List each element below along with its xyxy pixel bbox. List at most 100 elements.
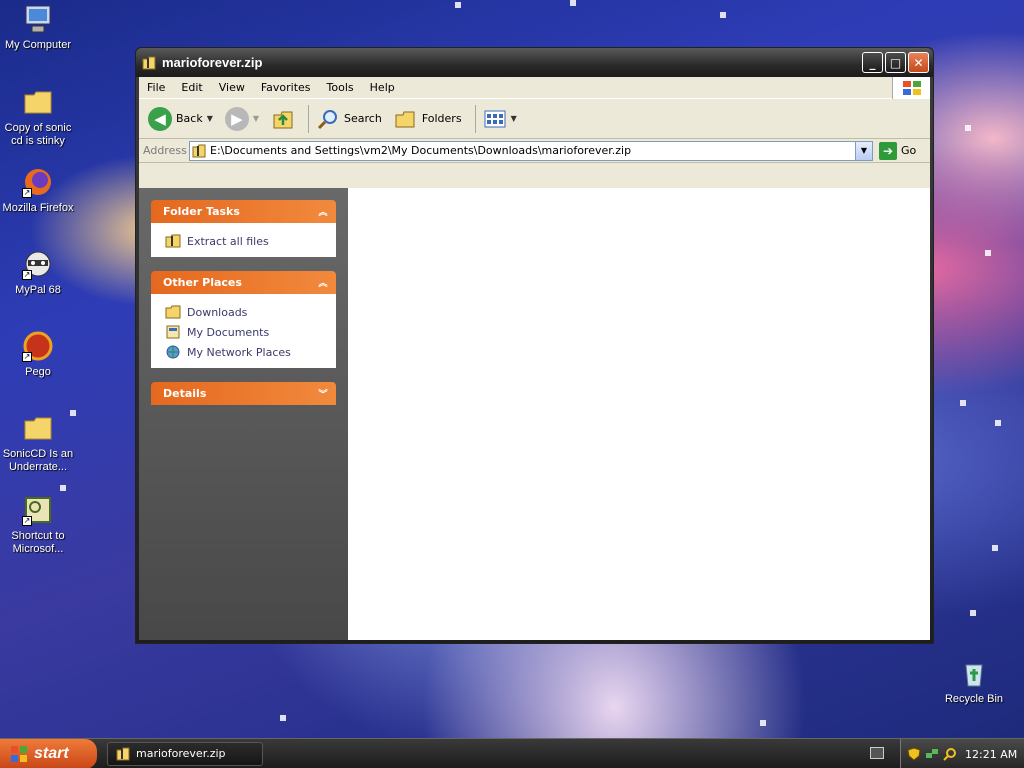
chevron-down-icon[interactable]: ▼ <box>207 114 213 123</box>
close-button[interactable]: ✕ <box>908 52 929 73</box>
desktop-icon-mypal[interactable]: ↗ MyPal 68 <box>0 248 76 297</box>
go-arrow-icon: ➔ <box>879 141 897 160</box>
zip-folder-icon <box>192 144 206 157</box>
menu-file[interactable]: File <box>139 81 173 94</box>
desktop-icon-label: Pego <box>25 366 51 378</box>
panel-details: Details ︾ <box>151 382 336 405</box>
taskbar-item-marioforever[interactable]: marioforever.zip <box>107 741 263 766</box>
search-label: Search <box>344 112 382 125</box>
recycle-bin-icon <box>958 657 990 689</box>
windows-logo-icon <box>892 77 930 99</box>
folder-icon <box>165 305 181 319</box>
raccoon-icon: ↗ <box>22 248 54 280</box>
menu-favorites[interactable]: Favorites <box>253 81 319 94</box>
panel-header[interactable]: Other Places ︽ <box>151 271 336 294</box>
link-label: Downloads <box>187 305 248 319</box>
link-extract-all[interactable]: Extract all files <box>165 231 324 251</box>
desktop-icon-recycle-bin[interactable]: Recycle Bin <box>936 657 1012 706</box>
folders-icon <box>395 111 415 127</box>
folders-label: Folders <box>421 112 462 125</box>
search-button[interactable]: Search <box>313 103 385 135</box>
shortcut-arrow-icon: ↗ <box>22 188 32 198</box>
task-pane: Folder Tasks ︽ Extract all files Other P… <box>139 188 348 640</box>
pego-icon: ↗ <box>22 330 54 362</box>
desktop-icon-copy-sonic[interactable]: Copy of sonic cd is stinky <box>0 86 76 148</box>
panel-other-places: Other Places ︽ Downloads My Documents My… <box>151 271 336 368</box>
panel-title: Other Places <box>163 276 242 289</box>
address-field[interactable]: E:\Documents and Settings\vm2\My Documen… <box>189 140 873 161</box>
start-button[interactable]: start <box>0 738 97 768</box>
window-title: marioforever.zip <box>162 55 263 70</box>
panel-title: Details <box>163 387 207 400</box>
desktop-icon-firefox[interactable]: ↗ Mozilla Firefox <box>0 166 76 215</box>
chevron-down-icon[interactable]: ▼ <box>511 114 517 123</box>
zip-folder-icon <box>142 56 156 69</box>
link-label: My Network Places <box>187 345 291 359</box>
collapse-up-icon[interactable]: ︽ <box>316 276 330 290</box>
windows-flag-icon <box>11 745 27 762</box>
link-my-network-places[interactable]: My Network Places <box>165 342 324 362</box>
keyboard-icon[interactable] <box>870 747 884 759</box>
desktop-icon-my-computer[interactable]: My Computer <box>0 3 76 52</box>
panel-header[interactable]: Details ︾ <box>151 382 336 405</box>
application-icon: ↗ <box>22 494 54 526</box>
collapse-up-icon[interactable]: ︽ <box>316 205 330 219</box>
address-label: Address <box>143 144 187 157</box>
firefox-icon: ↗ <box>22 166 54 198</box>
maximize-button[interactable]: □ <box>885 52 906 73</box>
back-arrow-icon: ◀ <box>148 106 172 131</box>
address-bar: Address E:\Documents and Settings\vm2\My… <box>139 139 930 163</box>
go-button[interactable]: ➔ Go <box>879 141 917 160</box>
desktop-icon-pego[interactable]: ↗ Pego <box>0 330 76 379</box>
forward-button[interactable]: ▶ ▼ <box>222 103 262 135</box>
desktop-icon-label: My Computer <box>4 39 72 51</box>
back-button[interactable]: ◀ Back ▼ <box>145 103 216 135</box>
folder-icon <box>22 412 54 444</box>
security-shield-icon[interactable] <box>907 747 921 761</box>
chevron-down-icon[interactable]: ▼ <box>253 114 259 123</box>
clock[interactable]: 12:21 AM <box>965 748 1017 761</box>
taskbar: start marioforever.zip 12:21 AM <box>0 738 1024 768</box>
documents-icon <box>166 325 180 339</box>
shortcut-arrow-icon: ↗ <box>22 516 32 526</box>
file-list-area[interactable] <box>348 188 930 640</box>
computer-icon <box>22 3 54 35</box>
desktop-icon-shortcut-microsoft[interactable]: ↗ Shortcut to Microsof... <box>0 494 76 556</box>
desktop-icon-soniccd[interactable]: SonicCD Is an Underrate... <box>0 412 76 474</box>
menu-view[interactable]: View <box>211 81 253 94</box>
desktop-icon-label: Copy of sonic cd is stinky <box>4 122 72 147</box>
minimize-button[interactable]: _ <box>862 52 883 73</box>
taskbar-item-label: marioforever.zip <box>136 747 226 760</box>
desktop-icon-label: MyPal 68 <box>15 284 61 296</box>
desktop-icon-label: SonicCD Is an Underrate... <box>2 448 74 473</box>
title-bar[interactable]: marioforever.zip _ □ ✕ <box>136 48 933 77</box>
link-label: Extract all files <box>187 234 269 248</box>
menu-tools[interactable]: Tools <box>319 81 362 94</box>
toolbar: ◀ Back ▼ ▶ ▼ Search Folders ▼ <box>139 99 930 139</box>
forward-arrow-icon: ▶ <box>224 106 249 131</box>
chevron-down-icon[interactable]: ▼ <box>855 141 872 160</box>
menu-edit[interactable]: Edit <box>173 81 210 94</box>
network-icon[interactable] <box>925 747 939 761</box>
menu-help[interactable]: Help <box>362 81 403 94</box>
panel-header[interactable]: Folder Tasks ︽ <box>151 200 336 223</box>
expand-down-icon[interactable]: ︾ <box>316 387 330 401</box>
link-my-documents[interactable]: My Documents <box>165 322 324 342</box>
system-tray: 12:21 AM <box>900 739 1024 768</box>
up-folder-button[interactable] <box>268 103 298 135</box>
views-button[interactable]: ▼ <box>480 103 520 135</box>
panel-folder-tasks: Folder Tasks ︽ Extract all files <box>151 200 336 257</box>
panel-title: Folder Tasks <box>163 205 240 218</box>
link-downloads[interactable]: Downloads <box>165 302 324 322</box>
search-icon[interactable] <box>943 747 957 761</box>
desktop-icon-label: Mozilla Firefox <box>2 202 74 214</box>
search-icon <box>317 109 338 129</box>
up-folder-icon <box>273 111 293 128</box>
folders-button[interactable]: Folders <box>391 103 465 135</box>
start-label: start <box>34 744 69 762</box>
address-value: E:\Documents and Settings\vm2\My Documen… <box>210 144 632 157</box>
go-label: Go <box>901 144 917 157</box>
desktop-icon-label: Shortcut to Microsof... <box>11 530 65 555</box>
menu-bar: File Edit View Favorites Tools Help <box>139 77 930 99</box>
link-label: My Documents <box>187 325 270 339</box>
